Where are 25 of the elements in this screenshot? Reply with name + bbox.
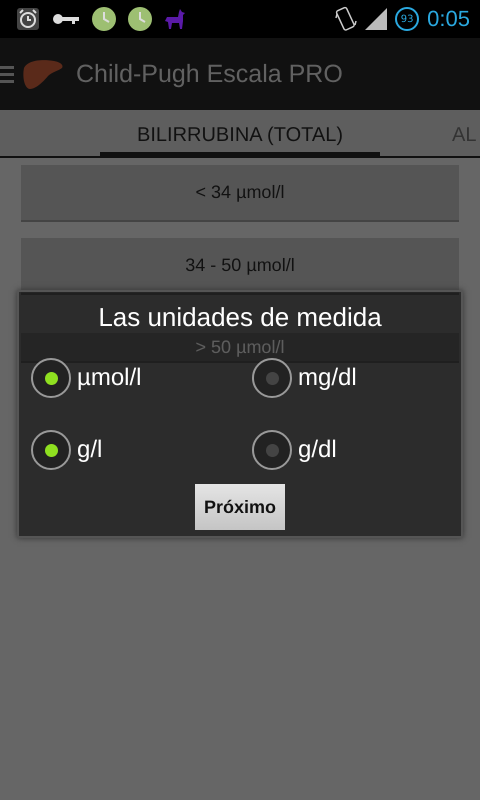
radio-label: µmol/l [77, 364, 142, 392]
alarm-clock-icon [16, 7, 40, 31]
key-icon [52, 12, 80, 26]
clock-time: 0:05 [427, 6, 470, 32]
llama-icon [164, 8, 186, 30]
battery-indicator: 93 [395, 7, 420, 31]
option-button[interactable]: 34 - 50 µmol/l [21, 238, 459, 295]
menu-icon[interactable] [0, 64, 14, 84]
app-title: Child-Pugh Escala PRO [76, 60, 343, 88]
radio-label: g/l [77, 436, 102, 464]
radio-button[interactable] [252, 358, 292, 398]
radio-button[interactable] [252, 430, 292, 470]
tab[interactable]: BILIRRUBINA (TOTAL) [100, 110, 380, 156]
clock-icon [128, 7, 152, 31]
radio-label: mg/dl [298, 364, 357, 392]
radio-button[interactable] [31, 358, 71, 398]
clock-icon [92, 7, 116, 31]
dialog-title: Las unidades de medida [97, 304, 383, 330]
option-button[interactable]: < 34 µmol/l [21, 165, 459, 222]
radio-button[interactable] [31, 430, 71, 470]
vibrate-phone-icon [335, 6, 358, 32]
next-button[interactable]: Próximo [195, 484, 285, 530]
liver-icon [22, 58, 64, 90]
radio-label: g/dl [298, 436, 337, 464]
signal-icon [365, 8, 388, 30]
